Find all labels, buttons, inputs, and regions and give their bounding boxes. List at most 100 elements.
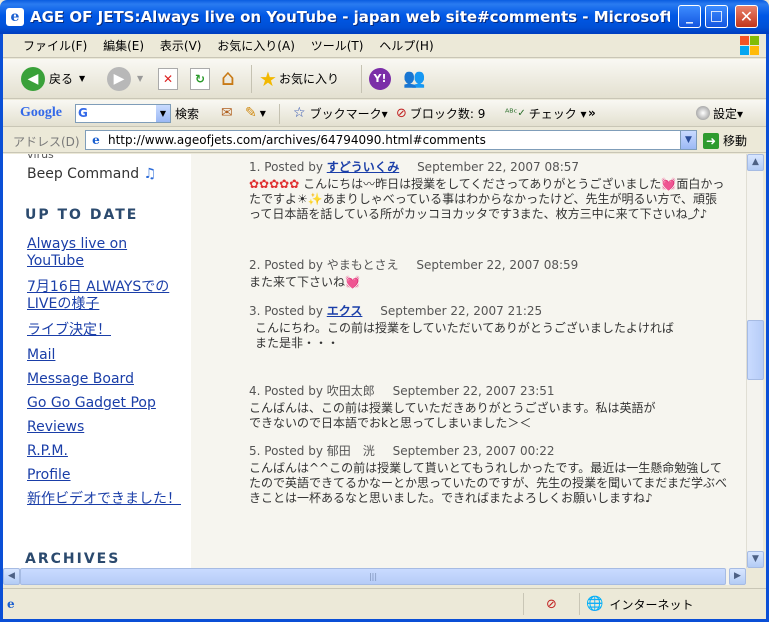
up-to-date-links: Always live on YouTube 7月16日 ALWAYSでのLIV… [27,236,182,515]
comment-body: また来て下さいね💓 [249,275,360,289]
settings-icon [696,106,710,120]
google-settings-button[interactable]: 設定▾ [696,100,743,126]
scroll-right-button[interactable]: ▶ [729,568,746,585]
sidebar-link[interactable]: Go Go Gadget Pop [27,395,182,412]
stop-button[interactable]: ✕ [158,59,178,98]
scroll-down-button[interactable]: ▼ [747,551,764,568]
archives-heading: ARCHIVES [25,551,121,567]
comment-body: こんばんは^^この前は授業して貰いとてもうれしかったです。最近は一生懸命勉強して… [249,461,727,505]
comment-item: 2. Posted by やまもとさえ September 22, 2007 0… [249,258,729,290]
spellcheck-button[interactable]: ᴬᴮᶜ✓ チェック ▾ [505,100,587,126]
chevron-down-icon[interactable]: ▼ [79,74,85,83]
main-column: 1. Posted by すどういくみ September 22, 2007 0… [191,154,746,568]
sidebar-link[interactable]: Message Board [27,371,182,388]
page-content: virus Beep Command ♫ UP TO DATE Always l… [3,154,746,568]
comment-date: September 22, 2007 08:59 [416,258,579,272]
forward-arrow-icon: ▶ [107,66,131,91]
highlight-button[interactable]: ✎ ▼ [245,100,266,126]
comment-date: September 22, 2007 21:25 [380,304,543,318]
popup-block-icon: ⊘ [396,105,407,121]
search-label: 検索 [175,106,200,121]
sidebar-link[interactable]: 新作ビデオできました！ [27,491,182,508]
sidebar-link[interactable]: Always live on YouTube [27,236,182,270]
menu-bar: ファイル(F) 編集(E) 表示(V) お気に入り(A) ツール(T) ヘルプ(… [3,34,766,58]
chevron-down-icon[interactable]: ▼ [680,131,696,149]
comment-body: こんばんは、この前は授業していただきありがとうございます。私は英語ができないので… [249,401,656,430]
menu-edit[interactable]: 編集(E) [97,34,150,58]
msn-button[interactable]: 👥 [403,59,425,98]
menu-tools[interactable]: ツール(T) [305,34,370,58]
messenger-button[interactable]: Y! [369,59,391,98]
google-search-box[interactable]: G ▼ [75,100,171,126]
vertical-scrollbar[interactable]: ▲ ▼ [746,154,764,568]
comment-date: September 22, 2007 23:51 [392,384,555,398]
address-bar: アドレス(D) e http://www.ageofjets.com/archi… [3,128,766,153]
comment-author: 吹田太郎 [326,384,375,398]
popup-block-button[interactable]: ⊘ ブロック数: 9 [396,100,485,126]
highlighter-icon: ✎ [245,105,257,121]
stop-icon: ✕ [158,67,178,90]
pagerank-icon[interactable]: ✉ [221,100,233,126]
google-search-button[interactable]: 検索 [175,100,199,126]
ie-page-icon: e [7,597,15,611]
sidebar-link[interactable]: Mail [27,347,182,364]
sidebar-link[interactable]: Profile [27,467,182,484]
comment-author-link[interactable]: エクス [327,304,363,318]
star-outline-icon: ☆ [293,105,306,121]
sidebar-link[interactable]: ライブ決定！ [27,322,182,339]
page-icon: e [92,133,100,147]
chevron-down-icon[interactable]: ▼ [137,74,143,83]
refresh-icon: ↻ [190,67,210,90]
sidebar-link[interactable]: Reviews [27,419,182,436]
address-url: http://www.ageofjets.com/archives/647940… [108,133,486,147]
vertical-scroll-thumb[interactable] [747,320,764,380]
close-button[interactable]: ✕ [735,5,758,28]
scroll-up-button[interactable]: ▲ [747,154,764,171]
google-toolbar: Google G ▼ 検索 ✉ ✎ ▼ ☆ ブックマーク▾ ⊘ ブロック数: 9… [3,100,766,127]
favorites-label: お気に入り [278,72,339,86]
forward-button[interactable]: ▶ ▼ [107,59,143,98]
status-zone: 🌐 インターネット [579,593,765,615]
comment-item: 5. Posted by 郁田 洸 September 23, 2007 00:… [249,444,729,506]
home-button[interactable]: ⌂ [221,59,235,98]
bookmark-button[interactable]: ☆ ブックマーク▾ [293,100,388,126]
menu-help[interactable]: ヘルプ(H) [373,34,439,58]
title-bar[interactable]: e AGE OF JETS:Always live on YouTube - j… [0,0,769,34]
go-arrow-icon: ➜ [703,132,719,149]
maximize-button[interactable]: □ [705,5,728,28]
flowers-icon: ✿✿✿✿✿ [249,177,304,191]
google-logo[interactable]: Google [20,100,62,126]
status-bar: e ⊘ 🌐 インターネット [3,588,766,618]
comment-meta: 2. Posted by やまもとさえ September 22, 2007 0… [249,258,579,272]
back-label: 戻る [49,72,74,86]
minimize-button[interactable]: _ [678,5,701,28]
menu-file[interactable]: ファイル(F) [17,34,93,58]
comment-author-link[interactable]: すどういくみ [327,160,399,174]
comment-author: 郁田 洸 [326,444,375,458]
comment-item: 3. Posted by エクス September 22, 2007 21:2… [249,304,729,351]
comment-meta: 5. Posted by 郁田 洸 September 23, 2007 00:… [249,444,555,458]
address-label: アドレス(D) [13,135,80,149]
refresh-button[interactable]: ↻ [190,59,210,98]
horizontal-scrollbar[interactable]: ◀ ||| ▶ [3,568,746,585]
sidebar-link[interactable]: R.P.M. [27,443,182,460]
comment-body: ✿✿✿✿✿ こんにちは〰昨日は授業をしてくださってありがとうございました💓面白か… [249,177,725,221]
chevron-down-icon[interactable]: ▼ [156,104,170,122]
comment-date: September 22, 2007 08:57 [417,160,580,174]
go-button[interactable]: ➜ 移動 [703,132,747,149]
comment-author: やまもとさえ [326,258,399,272]
more-button[interactable]: » [588,100,596,126]
status-security[interactable]: ⊘ [523,593,579,615]
menu-view[interactable]: 表示(V) [154,34,208,58]
scroll-left-button[interactable]: ◀ [3,568,20,585]
status-page-icon: e [7,593,15,615]
standard-toolbar: ◀ 戻る ▼ ▶ ▼ ✕ ↻ ⌂ ★ お気に入り Y! 👥 [3,59,766,99]
address-input[interactable]: e http://www.ageofjets.com/archives/6479… [85,130,697,150]
favorites-button[interactable]: ★ お気に入り [259,59,339,98]
back-button[interactable]: ◀ 戻る ▼ [21,59,85,98]
sidebar-link[interactable]: 7月16日 ALWAYSでのLIVEの様子 [27,279,182,313]
horizontal-scroll-thumb[interactable]: ||| [20,568,726,585]
comment-date: September 23, 2007 00:22 [392,444,555,458]
menu-favorites[interactable]: お気に入り(A) [211,34,301,58]
google-g-icon: G [78,105,88,120]
